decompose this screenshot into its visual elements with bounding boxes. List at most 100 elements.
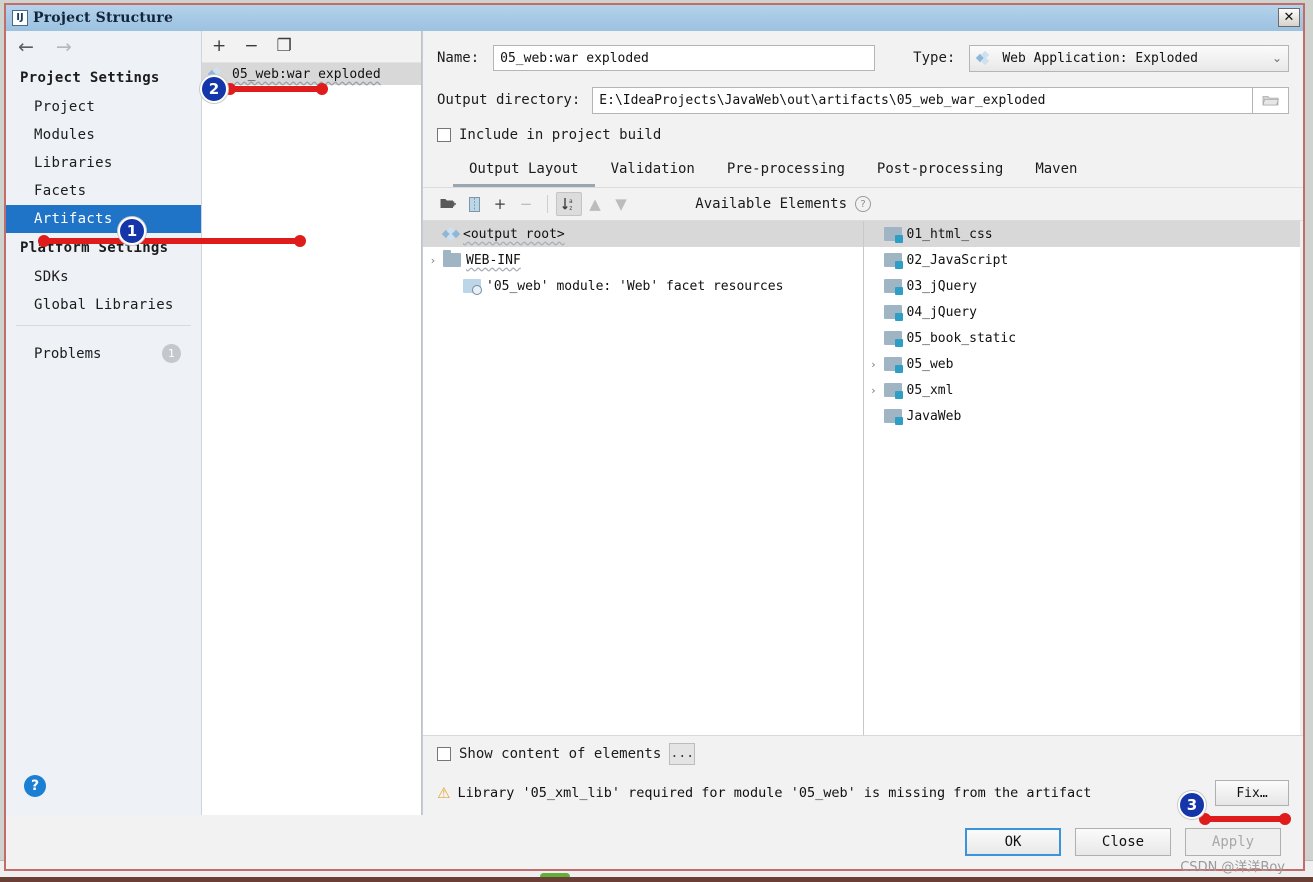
name-input[interactable] [493, 45, 876, 71]
add-directory-icon[interactable] [435, 192, 461, 216]
output-directory-input[interactable] [592, 86, 1253, 114]
sidebar-group-platform-settings: Platform Settings [20, 240, 169, 256]
svg-text:a: a [569, 198, 573, 205]
tree-row-label: <output root> [463, 226, 565, 242]
sidebar-item-sdks[interactable]: SDKs [6, 263, 201, 291]
help-circle-icon[interactable]: ? [855, 196, 871, 212]
tree-row[interactable]: › WEB-INF [423, 247, 863, 273]
module-folder-icon [883, 227, 903, 243]
sidebar-item-project[interactable]: Project [6, 93, 201, 121]
name-label: Name: [437, 50, 480, 66]
include-in-build-row[interactable]: Include in project build [423, 119, 1303, 151]
chevron-down-icon: ⌄ [1271, 51, 1282, 65]
ok-button[interactable]: OK [965, 828, 1061, 856]
name-row: Name: Type: Web Application: Exploded ⌄ [423, 35, 1303, 81]
tree-row-label: WEB-INF [466, 252, 521, 268]
web-facet-icon [463, 279, 482, 295]
sidebar-item-global-libraries[interactable]: Global Libraries [6, 291, 201, 319]
list-item-label: 01_html_css [906, 226, 993, 242]
remove-artifact-icon[interactable]: − [244, 38, 258, 55]
tab-validation[interactable]: Validation [595, 161, 711, 187]
sidebar-item-problems[interactable]: Problems 1 [6, 326, 201, 363]
tree-row[interactable]: <output root> [423, 221, 863, 247]
layout-panes: <output root> › WEB-INF '05_web' module:… [423, 220, 1303, 735]
close-button[interactable]: Close [1075, 828, 1171, 856]
list-item[interactable]: 03_jQuery [864, 273, 1304, 299]
forward-arrow-icon[interactable]: → [56, 37, 72, 57]
tree-row-label: '05_web' module: 'Web' facet resources [486, 278, 784, 294]
fix-button[interactable]: Fix… [1215, 780, 1289, 806]
dialog-button-bar: OK Close Apply CSDN @洋洋Boy [6, 815, 1303, 875]
tab-output-layout[interactable]: Output Layout [453, 161, 595, 187]
back-arrow-icon[interactable]: ← [18, 37, 34, 57]
list-item[interactable]: 02_JavaScript [864, 247, 1304, 273]
project-structure-dialog: IJ Project Structure ✕ ← → Project Setti… [4, 3, 1305, 875]
tree-twisty[interactable]: › [423, 254, 443, 267]
intellij-icon: IJ [12, 10, 28, 26]
artifact-list-item-label: 05_web:war exploded [232, 66, 381, 82]
vertical-scrollbar[interactable] [1300, 221, 1303, 735]
show-content-label: Show content of elements [459, 745, 662, 762]
warning-message: Library '05_xml_lib' required for module… [457, 785, 1092, 801]
type-dropdown-value: Web Application: Exploded [1002, 50, 1198, 66]
web-app-type-icon [976, 50, 992, 66]
create-archive-icon[interactable] [461, 192, 487, 216]
help-icon[interactable]: ? [24, 775, 46, 797]
tree-twisty[interactable]: › [864, 384, 884, 397]
tab-post-processing[interactable]: Post-processing [861, 161, 1019, 187]
module-folder-icon [883, 331, 903, 347]
module-folder-icon [883, 383, 903, 399]
available-elements-tree[interactable]: 01_html_css 02_JavaScript 03_jQuery 04_j… [863, 221, 1304, 735]
dialog-title: Project Structure [33, 10, 174, 26]
include-in-build-checkbox[interactable] [437, 128, 451, 142]
list-item-label: 05_web [906, 356, 954, 372]
show-content-checkbox[interactable] [437, 746, 451, 761]
list-item-label: 05_book_static [906, 330, 1017, 346]
remove-element-icon[interactable]: − [513, 192, 539, 216]
artifacts-list-panel: + − ❐ 05_web:war exploded [202, 31, 422, 815]
list-item[interactable]: 05_book_static [864, 325, 1304, 351]
output-directory-row: Output directory: [423, 81, 1303, 119]
list-item[interactable]: › 05_xml [864, 377, 1304, 403]
tree-twisty[interactable]: › [864, 358, 884, 371]
output-layout-tree[interactable]: <output root> › WEB-INF '05_web' module:… [423, 221, 864, 735]
list-item-label: 02_JavaScript [906, 252, 1009, 268]
sort-alphabetically-icon[interactable]: a z [556, 192, 582, 216]
sidebar-item-libraries[interactable]: Libraries [6, 149, 201, 177]
move-down-icon[interactable]: ▼ [608, 192, 634, 216]
add-artifact-icon[interactable]: + [212, 38, 226, 55]
output-root-icon [441, 226, 461, 242]
folder-icon [443, 250, 461, 267]
tab-maven[interactable]: Maven [1019, 161, 1093, 187]
move-up-icon[interactable]: ▲ [582, 192, 608, 216]
list-item[interactable]: JavaWeb [864, 403, 1304, 429]
sidebar-item-facets[interactable]: Facets [6, 177, 201, 205]
toolbar-divider [547, 195, 548, 213]
artifact-list-item[interactable]: 05_web:war exploded [202, 63, 421, 85]
module-folder-icon [883, 253, 903, 269]
copy-artifact-icon[interactable]: ❐ [277, 38, 292, 55]
folder-icon[interactable] [1253, 86, 1289, 114]
close-icon[interactable]: ✕ [1278, 8, 1300, 27]
module-folder-icon [883, 357, 903, 373]
tree-row[interactable]: '05_web' module: 'Web' facet resources [423, 273, 863, 299]
artifact-warning-row: ⚠ Library '05_xml_lib' required for modu… [423, 771, 1303, 815]
sidebar-item-modules[interactable]: Modules [6, 121, 201, 149]
list-item-label: 04_jQuery [906, 304, 977, 320]
type-dropdown[interactable]: Web Application: Exploded ⌄ [969, 44, 1289, 72]
more-options-button[interactable]: ... [669, 742, 696, 765]
sidebar-help-wrapper: ? [6, 775, 201, 815]
ide-bottom-border [0, 877, 1313, 882]
problems-count-badge: 1 [162, 344, 181, 363]
add-copy-icon[interactable]: + [487, 192, 513, 216]
type-label: Type: [913, 50, 956, 66]
tab-pre-processing[interactable]: Pre-processing [711, 161, 861, 187]
output-directory-label: Output directory: [437, 92, 581, 108]
settings-sidebar: ← → Project Settings Project Modules Lib… [6, 31, 202, 815]
list-item[interactable]: › 05_web [864, 351, 1304, 377]
sidebar-item-artifacts[interactable]: Artifacts [6, 205, 201, 233]
list-item[interactable]: 04_jQuery [864, 299, 1304, 325]
warning-icon: ⚠ [437, 783, 451, 802]
list-item[interactable]: 01_html_css [863, 221, 1303, 247]
module-folder-icon [883, 305, 903, 321]
